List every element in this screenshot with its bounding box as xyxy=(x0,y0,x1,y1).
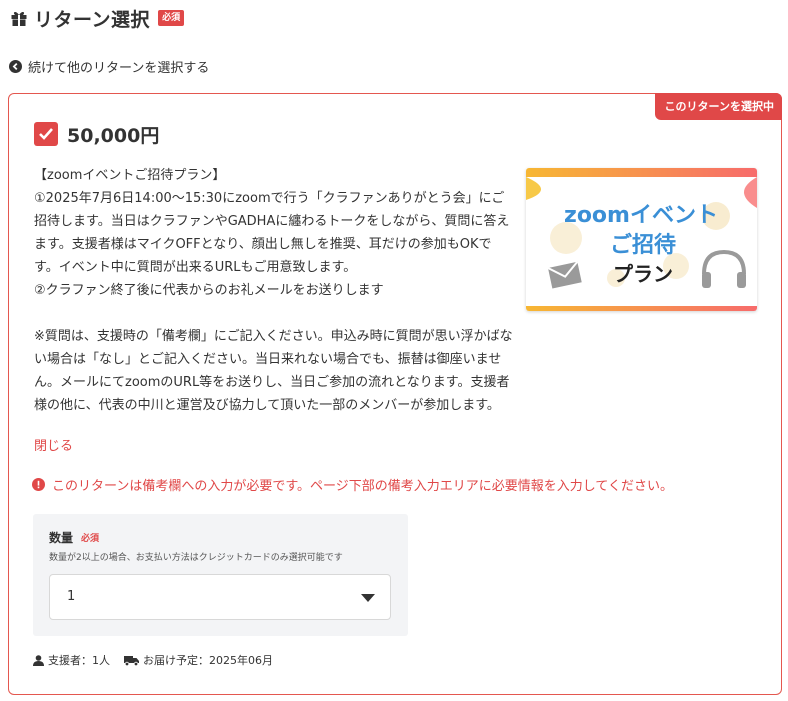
return-image: zoomイベント ご招待 プラン xyxy=(526,168,757,311)
section-title: リターン選択 xyxy=(34,8,151,31)
quantity-select[interactable]: 1 xyxy=(49,574,391,620)
quantity-note: 数量が2以上の場合、お支払い方法はクレジットカードのみ選択可能です xyxy=(49,553,343,563)
gift-icon xyxy=(10,9,28,27)
selected-badge: このリターンを選択中 xyxy=(654,93,782,120)
chevron-left-circle-icon xyxy=(9,60,22,73)
remarks-warning: このリターンは備考欄への入力が必要です。ページ下部の備考入力エリアに必要情報を入… xyxy=(32,475,673,494)
caret-down-icon xyxy=(361,594,375,602)
promo-line3: プラン xyxy=(613,262,673,286)
required-badge: 必須 xyxy=(158,10,185,26)
quantity-label: 数量 xyxy=(49,531,74,545)
description-main: 【zoomイベントご招待プラン】 ①2025年7月6日14:00～15:30にz… xyxy=(34,168,510,298)
alert-icon xyxy=(32,478,45,491)
close-link[interactable]: 閉じる xyxy=(34,435,73,454)
quantity-panel: 数量 必須 数量が2以上の場合、お支払い方法はクレジットカードのみ選択可能です … xyxy=(33,514,408,636)
warning-text: このリターンは備考欄への入力が必要です。ページ下部の備考入力エリアに必要情報を入… xyxy=(52,479,674,494)
return-description: 【zoomイベントご招待プラン】 ①2025年7月6日14:00～15:30にz… xyxy=(34,164,516,417)
delivery-schedule: お届け予定：2025年06月 xyxy=(143,654,273,667)
truck-icon xyxy=(124,655,139,666)
return-card[interactable]: このリターンを選択中 50,000円 【zoomイベントご招待プラン】 ①202… xyxy=(8,93,782,695)
back-to-returns-link[interactable]: 続けて他のリターンを選択する xyxy=(9,57,209,76)
check-icon xyxy=(39,128,53,140)
select-checkbox[interactable] xyxy=(34,122,58,146)
return-price: 50,000円 xyxy=(67,125,160,147)
promo-line2: ご招待 xyxy=(610,232,676,258)
promo-line1: zoomイベント xyxy=(564,203,718,228)
user-icon xyxy=(33,654,44,666)
supporter-count: 支援者：1人 xyxy=(48,654,110,667)
return-meta: 支援者：1人 お届け予定：2025年06月 xyxy=(33,652,273,668)
quantity-value: 1 xyxy=(67,589,76,604)
quantity-required-badge: 必須 xyxy=(81,534,100,544)
quantity-label-row: 数量 必須 xyxy=(49,529,99,546)
description-notes: ※質問は、支援時の「備考欄」にご記入ください。申込み時に質問が思い浮かばない場合… xyxy=(34,329,513,413)
back-link-label: 続けて他のリターンを選択する xyxy=(28,61,210,76)
section-header: リターン選択 必須 xyxy=(10,5,185,31)
